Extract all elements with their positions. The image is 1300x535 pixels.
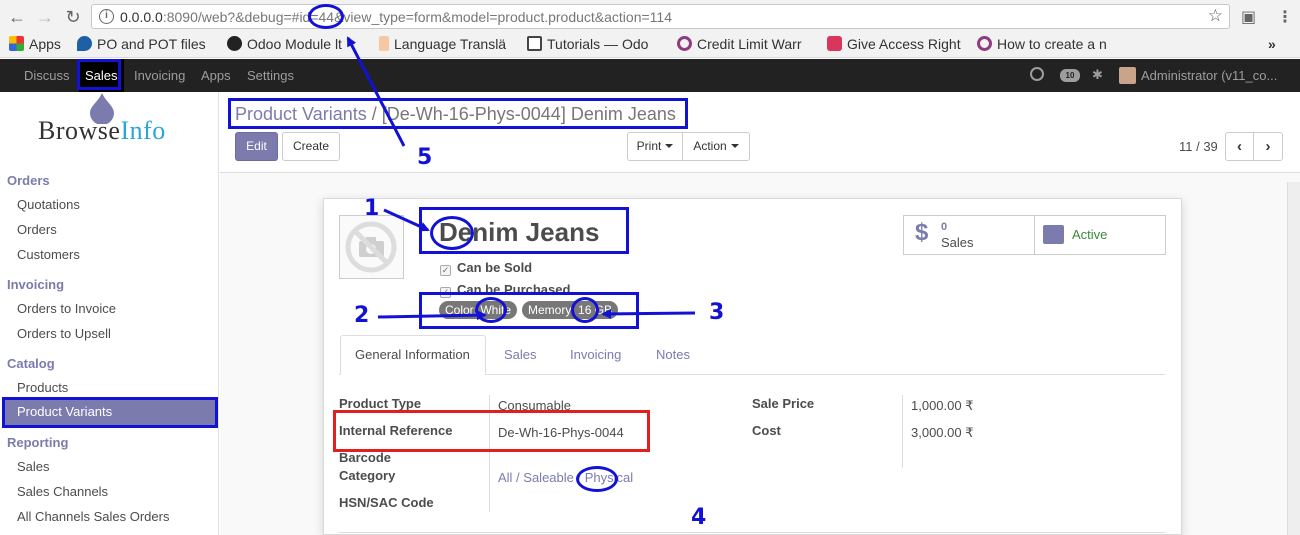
annotation-number-3: 3: [709, 300, 725, 325]
annotation-number-1: 1: [364, 196, 380, 221]
annotation-number-2: 2: [354, 303, 370, 328]
annotation-arrows: [346, 36, 696, 321]
annotation-number-4: 4: [691, 505, 707, 530]
annotation-number-5: 5: [417, 145, 433, 170]
